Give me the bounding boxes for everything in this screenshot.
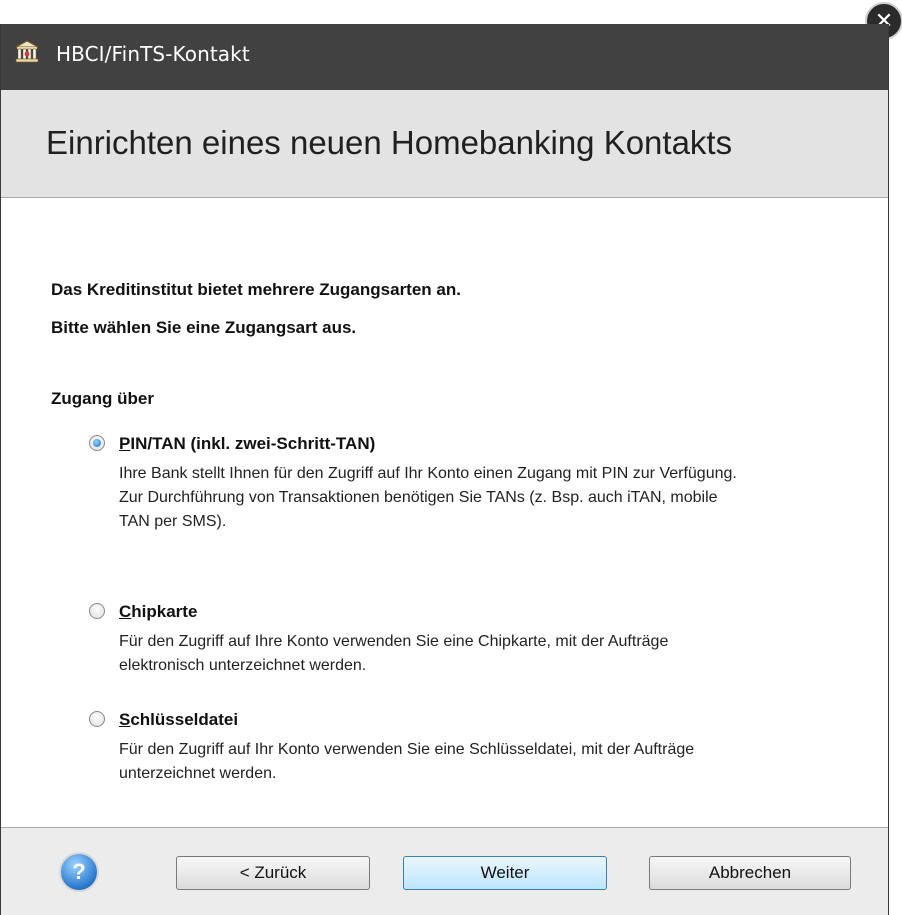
help-icon: ? [72,859,86,884]
window-title: HBCI/FinTS-Kontakt [56,42,250,66]
radio-pin-tan[interactable] [89,435,105,451]
option-chipkarte-label[interactable]: Chipkarte [119,602,197,622]
intro-text-1: Das Kreditinstitut bietet mehrere Zugang… [51,280,461,299]
wizard-window: HBCI/FinTS-Kontakt Einrichten eines neue… [0,24,889,915]
intro-text-2: Bitte wählen Sie eine Zugangsart aus. [51,318,357,337]
option-pin-tan-description: Ihre Bank stellt Ihnen für den Zugriff a… [119,465,737,530]
radio-schluesseldatei[interactable] [89,711,105,727]
cancel-button[interactable]: Abbrechen [649,856,851,890]
next-button[interactable]: Weiter [403,856,607,890]
radio-chipkarte[interactable] [89,603,105,619]
help-button[interactable]: ? [59,852,99,892]
page-title: Einrichten eines neuen Homebanking Konta… [46,124,733,161]
access-group-label: Zugang über [51,389,154,408]
option-chipkarte-description: Für den Zugriff auf Ihre Konto verwenden… [119,633,669,674]
back-button[interactable]: < Zurück [176,856,370,890]
title-bar: HBCI/FinTS-Kontakt [1,24,888,90]
bank-icon [15,40,39,63]
option-schluesseldatei-label[interactable]: Schlüsseldatei [119,710,238,730]
option-schluesseldatei-description: Für den Zugriff auf Ihr Konto verwenden … [119,741,695,782]
wizard-header: Einrichten eines neuen Homebanking Konta… [1,90,888,198]
wizard-footer: ? < Zurück Weiter Abbrechen [1,828,888,915]
option-pin-tan-label[interactable]: PIN/TAN (inkl. zwei-Schritt-TAN) [119,434,375,454]
